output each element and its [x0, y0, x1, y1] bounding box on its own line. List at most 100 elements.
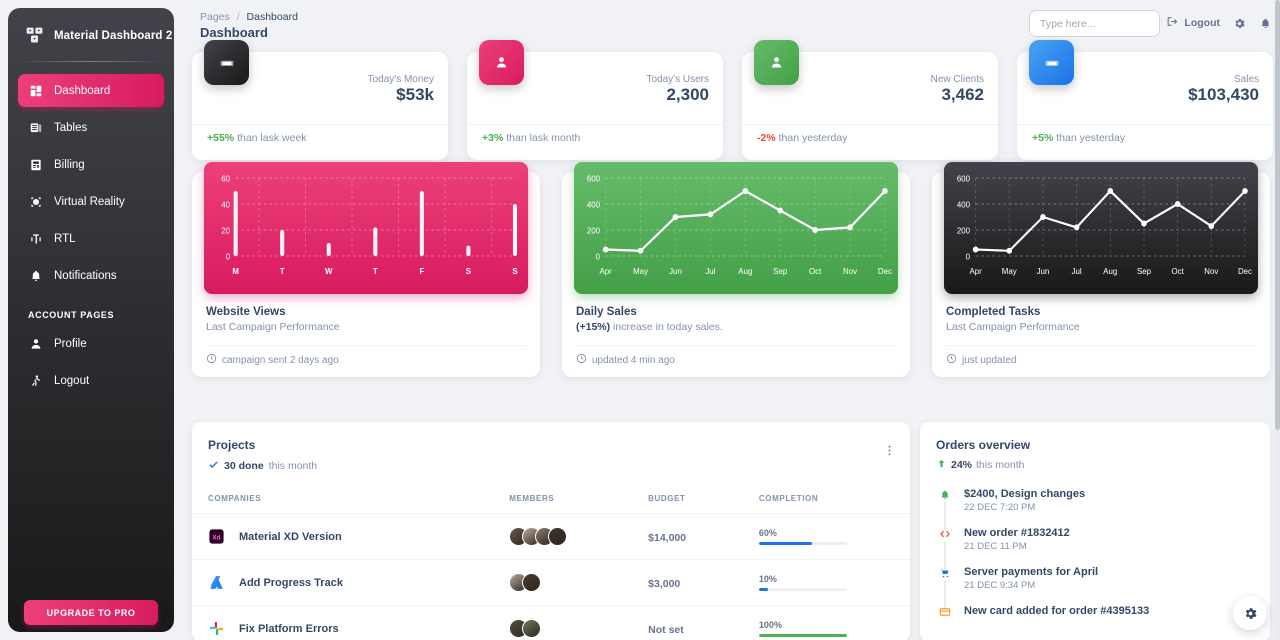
table-header-row: COMPANIES MEMBERS BUDGET COMPLETION	[192, 488, 910, 514]
sidebar: Material Dashboard 2 Dashboard Tables Bi…	[8, 8, 174, 632]
table-row[interactable]: Fix Platform Errors Not set 100%	[192, 605, 910, 640]
svg-text:0: 0	[596, 252, 601, 261]
sidebar-item-rtl[interactable]: RTL	[18, 222, 164, 255]
stat-card-sales: Sales $103,430 +5% than yesterday	[1017, 40, 1273, 160]
svg-text:Jun: Jun	[669, 267, 682, 276]
chart-subtitle: (+15%) increase in today sales.	[562, 318, 910, 333]
clock-icon	[946, 353, 957, 367]
timeline-title: Server payments for April	[964, 566, 1099, 578]
sidebar-item-dashboard[interactable]: Dashboard	[18, 74, 164, 107]
timeline-item[interactable]: $2400, Design changes 22 DEC 7:20 PM	[938, 488, 1270, 530]
budget-cell: $3,000	[648, 559, 759, 606]
completion-cell: 10%	[758, 559, 910, 606]
chart-title: Completed Tasks	[946, 306, 1041, 318]
divider	[1017, 124, 1273, 125]
svg-text:Apr: Apr	[969, 267, 982, 276]
timeline-item[interactable]: Server payments for April 21 DEC 9:34 PM	[938, 566, 1270, 608]
person-icon	[28, 336, 43, 351]
sidebar-item-virtual-reality[interactable]: Virtual Reality	[18, 185, 164, 218]
avatar[interactable]	[548, 527, 568, 546]
column-header-completion: COMPLETION	[758, 494, 819, 503]
chart-subtitle: Last Campaign Performance	[206, 321, 340, 333]
divider	[467, 124, 723, 125]
sidebar-brand[interactable]: Material Dashboard 2	[8, 8, 174, 61]
projects-done-count: 30 done	[224, 460, 264, 472]
logout-link[interactable]: Logout	[1166, 15, 1220, 31]
divider	[742, 124, 998, 125]
stat-card-todays-users: Today's Users 2,300 +3% than lask month	[467, 40, 723, 160]
logout-label: Logout	[1184, 17, 1220, 29]
projects-subtitle: 30 done this month	[208, 459, 317, 473]
members-cell	[509, 605, 649, 640]
svg-text:Sep: Sep	[773, 267, 787, 276]
orders-timeline: $2400, Design changes 22 DEC 7:20 PM New…	[938, 488, 1270, 631]
xd-icon: Xd	[208, 528, 225, 545]
sidebar-brand-label: Material Dashboard 2	[54, 29, 173, 42]
weekend-tray-icon	[1029, 40, 1074, 85]
progress-bar-fill	[758, 634, 847, 637]
chart-card-website-views: 0 20 40 60 M T W T F S S Website Views Last Campai…	[192, 162, 540, 377]
projects-done-suffix: this month	[268, 460, 318, 472]
chart-title: Daily Sales	[576, 306, 637, 318]
budget-cell: Not set	[648, 605, 759, 640]
table-body: Xd Material XD Version $14,000 60% Add P…	[192, 513, 910, 640]
upgrade-to-pro-button[interactable]: UPGRADE TO PRO	[24, 600, 158, 625]
search-input[interactable]	[1029, 10, 1160, 37]
svg-text:M: M	[232, 267, 239, 276]
svg-text:40: 40	[221, 200, 230, 209]
sidebar-item-label: Tables	[54, 121, 88, 134]
budget-value: Not set	[648, 623, 684, 636]
company-cell: Fix Platform Errors	[192, 605, 510, 640]
sidebar-item-label: RTL	[54, 232, 76, 245]
stat-value: 2,300	[666, 85, 709, 104]
avatar[interactable]	[522, 573, 542, 592]
scrollbar-thumb[interactable]	[1275, 0, 1280, 430]
chart-footer: updated 4 min ago	[562, 346, 910, 367]
breadcrumb-root[interactable]: Pages	[200, 11, 230, 23]
clock-icon	[206, 353, 217, 367]
settings-fab-button[interactable]	[1233, 596, 1267, 630]
person-icon	[479, 40, 524, 85]
completion-label: 60%	[758, 528, 777, 538]
gear-icon[interactable]	[1233, 17, 1246, 30]
sidebar-nav: Dashboard Tables Billing Virtual Reality…	[8, 74, 174, 397]
daily-sales-chart: 0 200 400 600 Apr May Jun Jul Aug Sep Oct Nov Dec	[574, 162, 898, 294]
projects-table: COMPANIES MEMBERS BUDGET COMPLETION Xd M…	[192, 488, 910, 640]
svg-text:Oct: Oct	[1172, 267, 1185, 276]
timeline-item[interactable]: New order #1832412 21 DEC 11 PM	[938, 527, 1270, 569]
sidebar-item-label: Logout	[54, 374, 90, 387]
table-row[interactable]: Xd Material XD Version $14,000 60%	[192, 513, 910, 560]
weekend-tray-icon	[204, 40, 249, 85]
page-scrollbar[interactable]	[1275, 0, 1280, 640]
sidebar-item-tables[interactable]: Tables	[18, 111, 164, 144]
sidebar-item-profile[interactable]: Profile	[18, 327, 164, 360]
stat-delta-text: than lask month	[506, 132, 581, 144]
completed-tasks-chart: 0 200 400 600 Apr May Jun Jul Aug Sep Oct Nov Dec	[944, 162, 1258, 294]
svg-text:F: F	[419, 267, 424, 276]
arrow-up-icon	[936, 458, 947, 472]
table-row[interactable]: Add Progress Track $3,000 10%	[192, 559, 910, 606]
svg-text:0: 0	[966, 252, 971, 261]
sidebar-item-label: Virtual Reality	[54, 195, 125, 208]
svg-text:400: 400	[587, 200, 601, 209]
budget-value: $3,000	[648, 577, 681, 590]
run-icon	[28, 373, 43, 388]
avatar[interactable]	[522, 619, 542, 638]
bell-icon[interactable]	[1259, 17, 1272, 30]
svg-text:Xd: Xd	[212, 534, 220, 541]
stat-card-todays-money: Today's Money $53k +55% than lask week	[192, 40, 448, 160]
sidebar-section-label: ACCOUNT PAGES	[28, 310, 115, 320]
progress-bar-fill	[758, 542, 812, 545]
svg-text:200: 200	[587, 226, 601, 235]
sidebar-item-logout[interactable]: Logout	[18, 364, 164, 397]
sidebar-item-billing[interactable]: Billing	[18, 148, 164, 181]
chart-subtitle-text: increase in today sales.	[610, 321, 723, 333]
avatar-group	[509, 619, 648, 638]
stat-label: Sales	[1233, 74, 1259, 85]
sidebar-item-notifications[interactable]: Notifications	[18, 259, 164, 292]
topbar-actions: Logout	[1166, 15, 1272, 31]
chart-footer-text: just updated	[962, 354, 1017, 366]
timeline-item[interactable]: New card added for order #4395133	[938, 605, 1270, 631]
stat-delta: +5%	[1032, 132, 1054, 144]
kebab-menu-icon[interactable]	[883, 444, 896, 462]
